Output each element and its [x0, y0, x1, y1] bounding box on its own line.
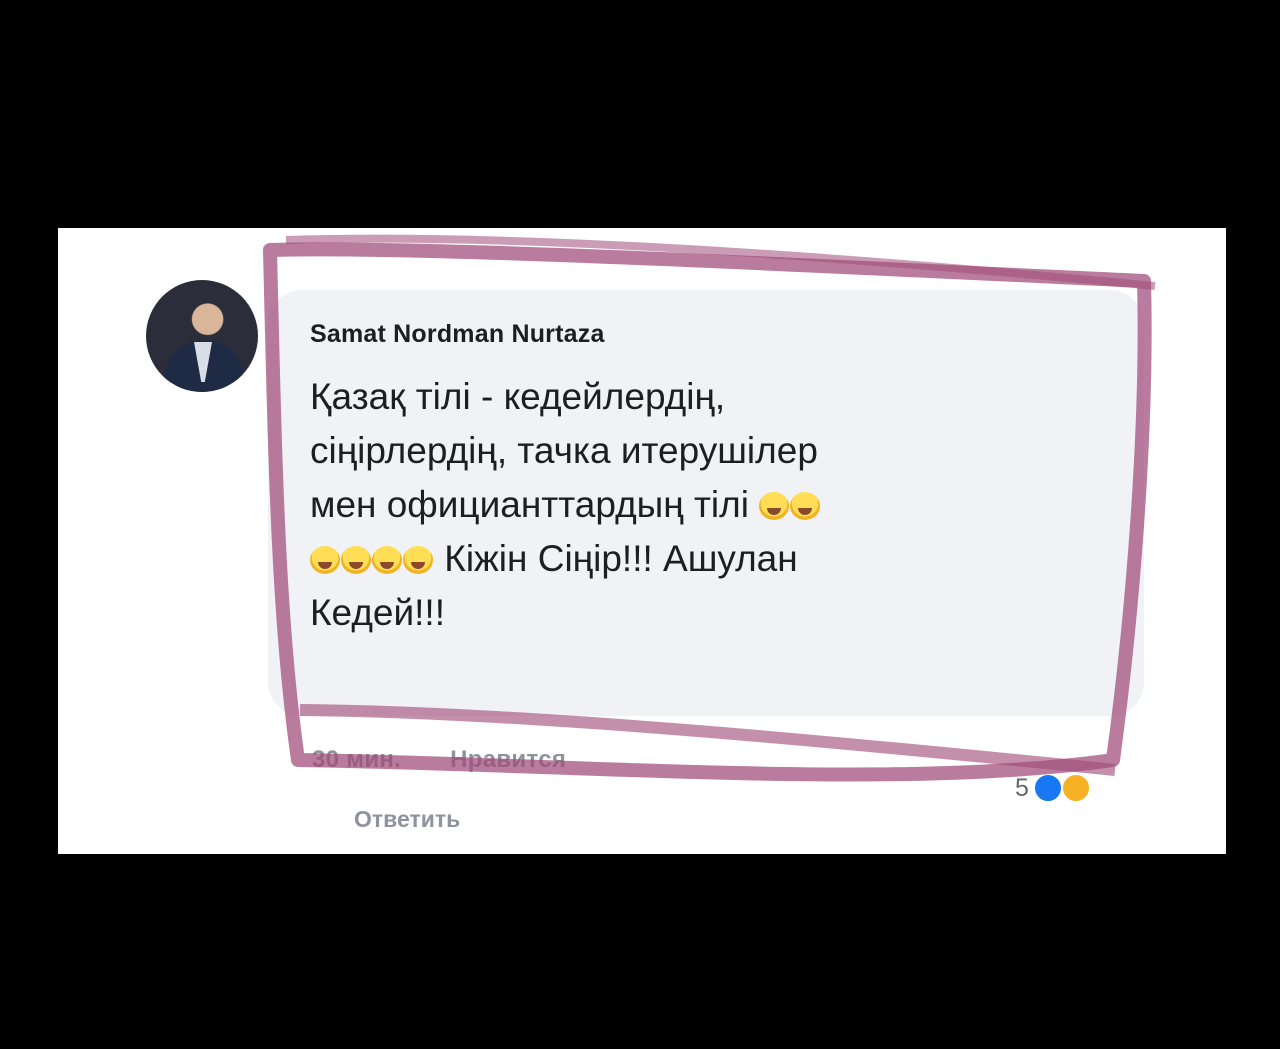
comment-line: Қазақ тілі - кедейлердің, [310, 376, 726, 417]
comment-line-text: Кіжін Сіңір!!! Ашулан [444, 538, 798, 579]
comment-line-text: мен официанттардың тілі [310, 484, 749, 525]
avatar[interactable] [146, 280, 258, 392]
laughing-emoji-icon [310, 546, 340, 574]
comment-line: Кедей!!! [310, 592, 445, 633]
comment-text: Қазақ тілі - кедейлердің, сіңірлердің, т… [310, 370, 1110, 640]
laughing-emoji-icon [341, 546, 371, 574]
comment-line: мен официанттардың тілі [310, 478, 1110, 532]
comment-author[interactable]: Samat Nordman Nurtaza [310, 320, 605, 349]
comment-line: сіңірлердің, тачка итерушілер [310, 430, 818, 471]
haha-icon [1060, 773, 1091, 803]
laughing-emoji-icon [403, 546, 433, 574]
laughing-emoji-group [310, 538, 434, 579]
laughing-emoji-icon [759, 492, 790, 520]
comment-actions: 30 мин. Нравится [312, 746, 608, 774]
comment-time[interactable]: 30 мин. [312, 746, 401, 773]
screenshot-panel: Samat Nordman Nurtaza Қазақ тілі - кедей… [58, 228, 1226, 854]
like-button[interactable]: Нравится [450, 746, 566, 773]
laughing-emoji-icon [372, 546, 402, 574]
comment-bubble: Samat Nordman Nurtaza Қазақ тілі - кедей… [268, 290, 1144, 716]
reaction-summary[interactable]: 5 [1015, 767, 1091, 809]
laughing-emoji-group [759, 484, 821, 525]
reaction-count: 5 [1015, 773, 1029, 802]
laughing-emoji-icon [790, 492, 821, 520]
reply-button[interactable]: Ответить [354, 806, 460, 833]
like-icon [1032, 773, 1063, 803]
comment-line: Кіжін Сіңір!!! Ашулан [310, 532, 1110, 586]
